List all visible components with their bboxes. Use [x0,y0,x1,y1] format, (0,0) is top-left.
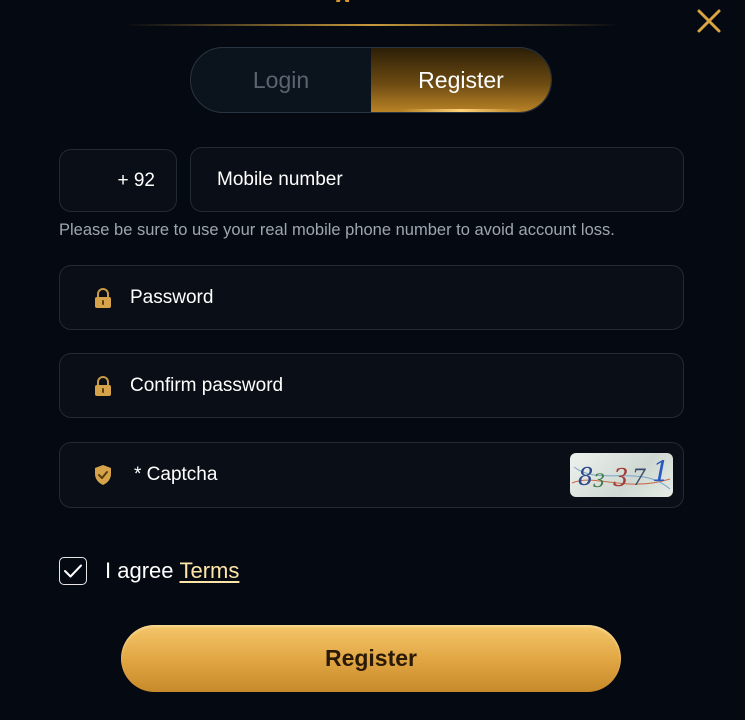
mobile-number-field[interactable]: Mobile number [190,147,684,212]
country-code-select[interactable]: + 92 [59,149,177,212]
captcha-image[interactable]: 8 3 3 7 1 [570,453,673,497]
password-field[interactable]: Password [59,265,684,330]
confirm-password-field[interactable]: Confirm password [59,353,684,418]
shield-icon [93,464,113,486]
captcha-char: 7 [632,466,646,491]
lock-icon [93,287,113,309]
close-button[interactable] [694,6,724,36]
captcha-char: 8 [578,463,593,491]
captcha-char: 3 [613,464,628,492]
agree-checkbox[interactable] [59,557,87,585]
terms-link[interactable]: Terms [180,558,240,584]
captcha-char: 3 [593,470,605,492]
register-modal: g Login Register + 92 Mobile number Plea… [0,0,745,720]
password-placeholder: Password [130,286,214,308]
agree-text: I agree [105,558,174,583]
captcha-char: 1 [652,455,670,488]
modal-title: g [335,0,365,2]
terms-agreement: I agree Terms [59,557,239,585]
title-divider [125,24,620,26]
mobile-number-placeholder: Mobile number [217,168,343,190]
lock-icon [93,375,113,397]
register-button[interactable]: Register [121,625,621,692]
auth-tabs: Login Register [190,47,552,113]
confirm-password-placeholder: Confirm password [130,374,284,396]
tab-register[interactable]: Register [371,48,551,112]
checkmark-icon [64,564,82,578]
close-icon [697,9,721,33]
tab-login[interactable]: Login [191,48,371,112]
captcha-field[interactable]: * Captcha 8 3 3 7 1 [59,442,684,508]
captcha-placeholder: * Captcha [134,464,218,485]
phone-hint: Please be sure to use your real mobile p… [59,221,615,239]
country-code-value: + 92 [117,169,155,191]
